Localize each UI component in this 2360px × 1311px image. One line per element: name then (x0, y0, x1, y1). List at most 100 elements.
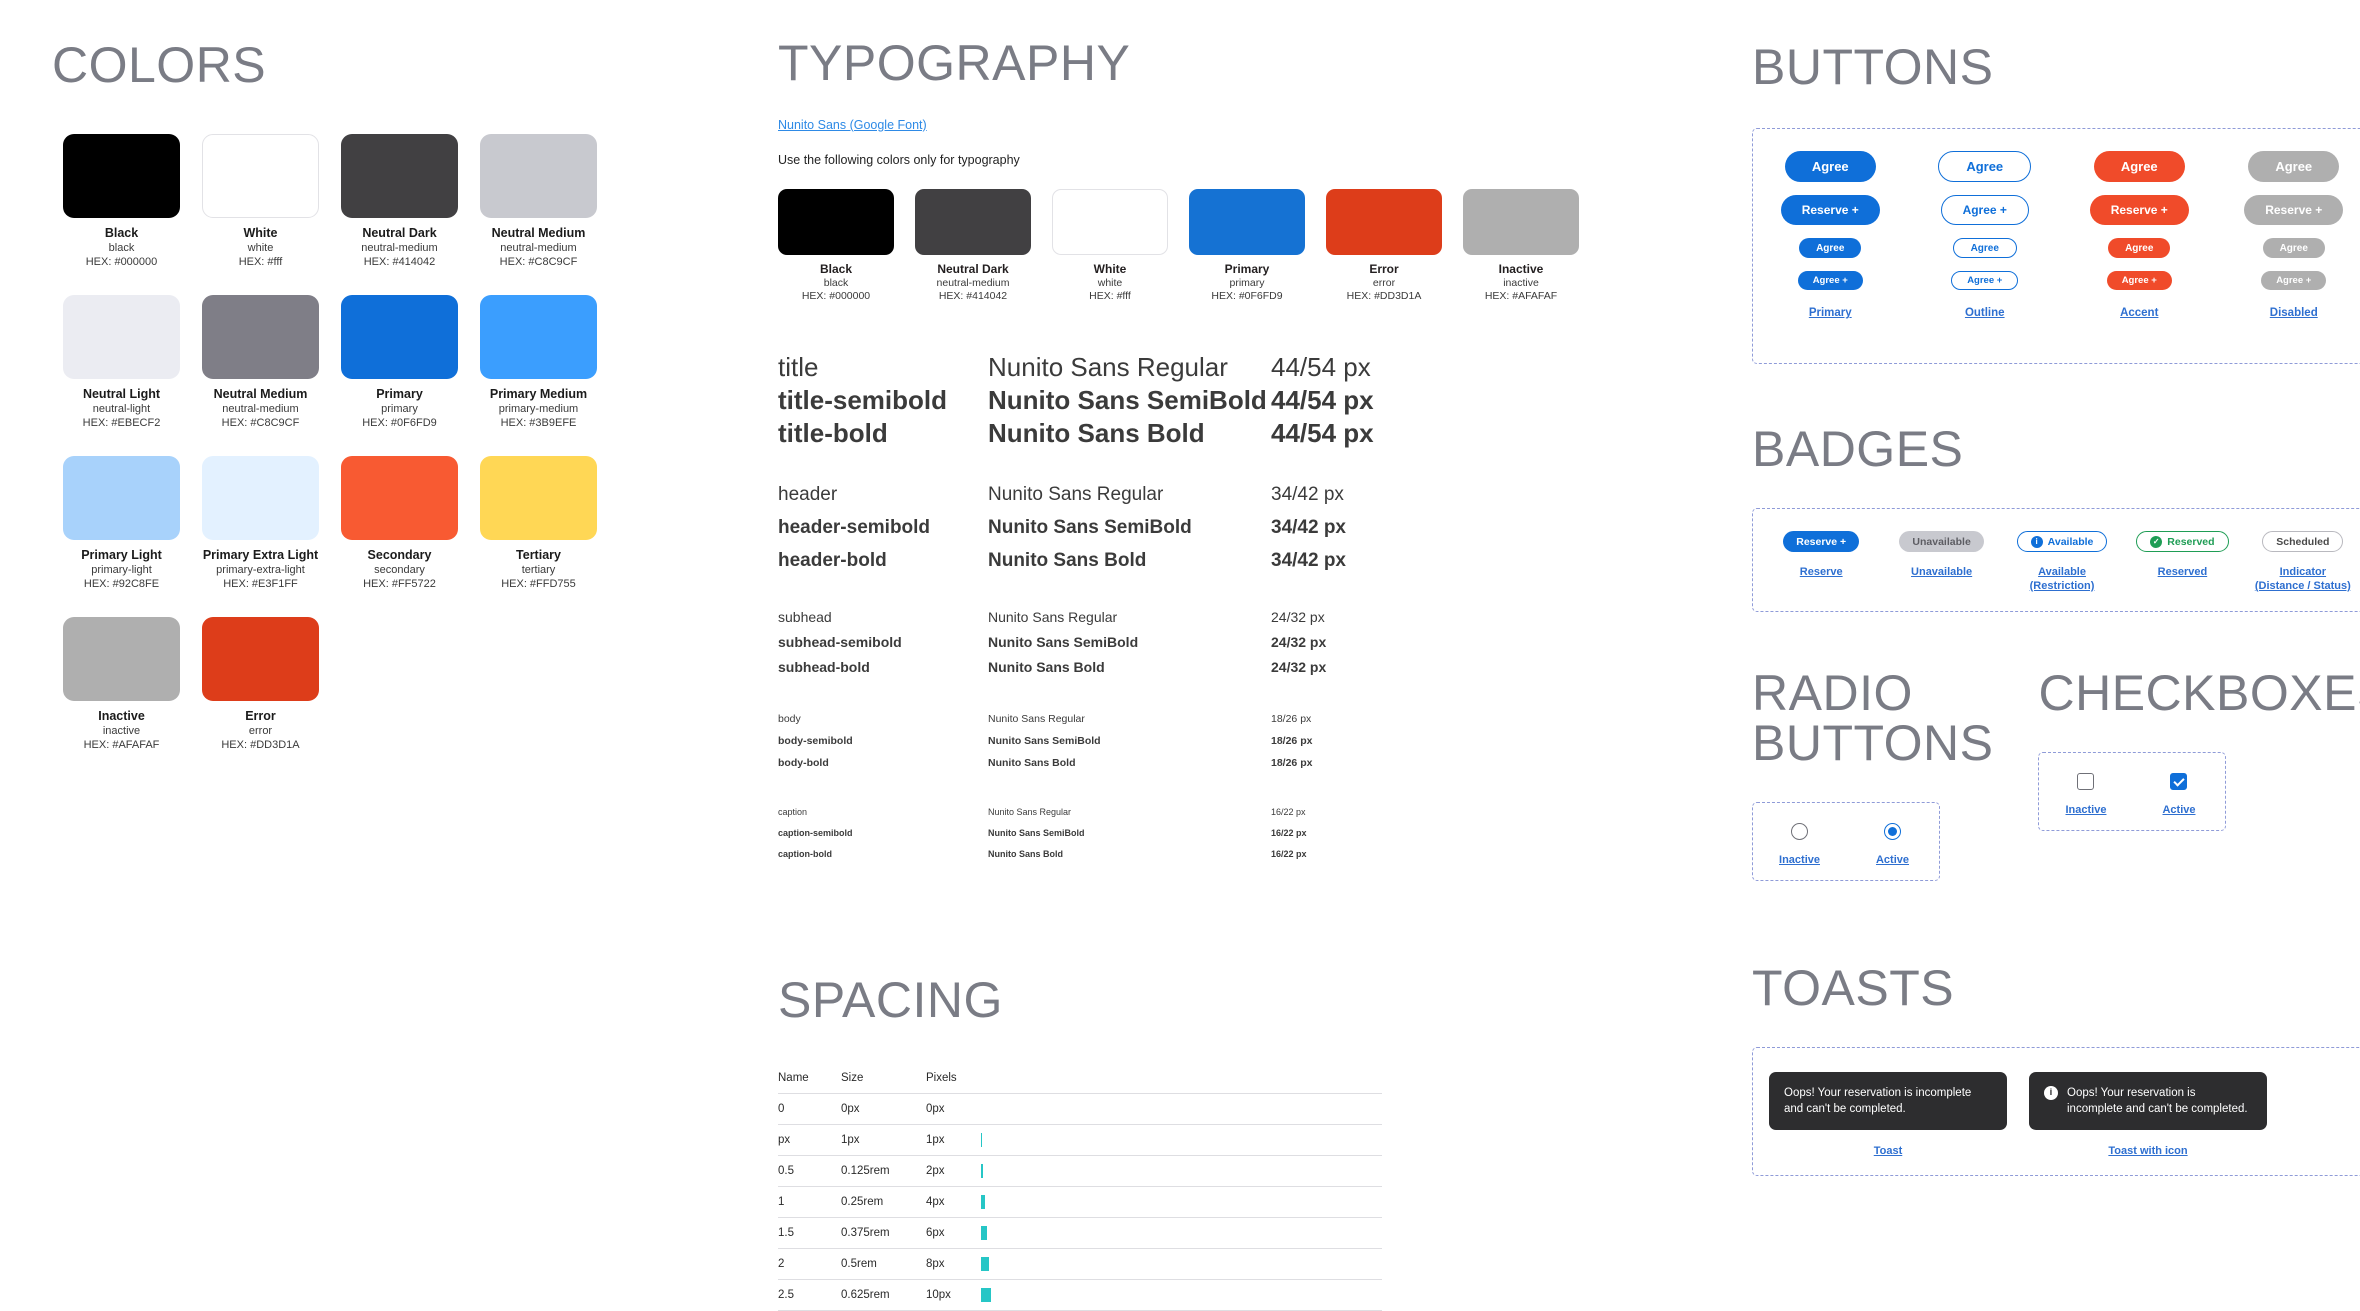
type-scale-table: titleNunito Sans Regular44/54 pxtitle-se… (778, 351, 1438, 865)
spacing-pixels: 0px (926, 1103, 981, 1115)
spacing-pixels: 8px (926, 1258, 981, 1270)
colors-section: COLORS BlackblackHEX: #000000WhitewhiteH… (52, 40, 692, 778)
color-swatch-hex: HEX: #E3F1FF (191, 577, 330, 591)
color-swatch-box (480, 295, 597, 379)
toast-message: Oops! Your reservation is incomplete and… (1784, 1085, 1992, 1117)
typography-swatch: Neutral Darkneutral-mediumHEX: #414042 (915, 189, 1031, 303)
components-column: BUTTONS AgreeReserve +AgreeAgree +Primar… (1752, 42, 2360, 1176)
button-outline-xs[interactable]: Agree + (1951, 271, 2018, 290)
button-accent-md[interactable]: Reserve + (2090, 195, 2189, 225)
type-scale-name: body-bold (778, 752, 988, 774)
radio-buttons-section-title: RADIO BUTTONS (1752, 668, 1993, 768)
checkbox-caption[interactable]: Inactive (2066, 804, 2107, 816)
spacing-row: 10.25rem4px (778, 1187, 1382, 1218)
spacing-pixels: 4px (926, 1196, 981, 1208)
button-accent-xs[interactable]: Agree + (2107, 271, 2172, 290)
typography-swatch: PrimaryprimaryHEX: #0F6FD9 (1189, 189, 1305, 303)
checkbox-cell: Inactive (2039, 773, 2132, 816)
color-swatch-name: Primary (330, 387, 469, 402)
toast-caption[interactable]: Toast with icon (2108, 1145, 2187, 1157)
button-column-caption[interactable]: Disabled (2270, 307, 2318, 319)
button-disabled-sm[interactable]: Agree (2263, 238, 2325, 258)
checkbox-cell: Active (2132, 773, 2225, 816)
badge-caption[interactable]: Reserve (1800, 565, 1843, 579)
badge-caption[interactable]: Available (Restriction) (2012, 565, 2112, 593)
spacing-pixels: 1px (926, 1134, 981, 1146)
spacing-bar-cell (981, 1226, 1382, 1240)
button-accent-lg[interactable]: Agree (2094, 151, 2185, 182)
spacing-size: 1px (841, 1134, 926, 1146)
button-column-caption[interactable]: Outline (1965, 307, 2005, 319)
typography-swatch-meta: PrimaryprimaryHEX: #0F6FD9 (1189, 262, 1305, 303)
spacing-row: 00px0px (778, 1094, 1382, 1125)
radio-caption[interactable]: Active (1876, 854, 1909, 866)
color-swatch-box (202, 295, 319, 379)
type-scale-size: 16/22 px (1271, 823, 1411, 844)
typography-swatch-name: Inactive (1463, 262, 1579, 277)
button-primary-xs[interactable]: Agree + (1798, 271, 1863, 290)
badge-outline-gray[interactable]: Scheduled (2262, 531, 2343, 552)
info-circle-icon: i (2044, 1086, 2058, 1100)
color-swatch-meta: Primary Extra Lightprimary-extra-lightHE… (191, 548, 330, 591)
button-column-caption[interactable]: Accent (2120, 307, 2158, 319)
button-column-outline: Agree Agree + Agree Agree + Outline (1908, 151, 2063, 332)
button-primary-lg[interactable]: Agree (1785, 151, 1876, 182)
badge-gray[interactable]: Unavailable (1899, 531, 1983, 552)
button-outline-sm[interactable]: Agree (1953, 238, 2017, 258)
checkbox-inactive[interactable] (2077, 773, 2094, 790)
typography-swatch-token: white (1052, 277, 1168, 290)
color-swatch-token: secondary (330, 563, 469, 577)
badge-caption[interactable]: Indicator(Distance / Status) (2255, 565, 2351, 593)
typography-swatch-name: Neutral Dark (915, 262, 1031, 277)
button-disabled-md[interactable]: Reserve + (2244, 195, 2343, 225)
typography-swatch-meta: BlackblackHEX: #000000 (778, 262, 894, 303)
spacing-bar-cell (981, 1257, 1382, 1271)
badge-blue[interactable]: Reserve + (1783, 531, 1859, 552)
checkbox-caption[interactable]: Active (2162, 804, 2195, 816)
color-swatch-hex: HEX: #FFD755 (469, 577, 608, 591)
button-outline-lg[interactable]: Agree (1938, 151, 2031, 182)
button-column-caption[interactable]: Primary (1809, 307, 1852, 319)
radio-caption[interactable]: Inactive (1779, 854, 1820, 866)
color-swatch-meta: Primary Mediumprimary-mediumHEX: #3B9EFE (469, 387, 608, 430)
color-swatch: Primary Lightprimary-lightHEX: #92C8FE (52, 456, 191, 591)
nunito-font-link[interactable]: Nunito Sans (Google Font) (778, 118, 927, 132)
type-scale-font: Nunito Sans Regular (988, 605, 1271, 630)
type-scale-size: 24/32 px (1271, 605, 1411, 630)
button-outline-md[interactable]: Agree + (1941, 195, 2029, 225)
button-primary-md[interactable]: Reserve + (1781, 195, 1880, 225)
toast-caption[interactable]: Toast (1874, 1145, 1903, 1157)
button-disabled-xs[interactable]: Agree + (2261, 271, 2326, 290)
spacing-row-list: 00px0pxpx1px1px0.50.125rem2px10.25rem4px… (778, 1094, 1382, 1311)
badge-caption[interactable]: Reserved (2158, 565, 2208, 579)
check-circle-icon: ✓ (2150, 536, 2162, 548)
button-primary-sm[interactable]: Agree (1799, 238, 1861, 258)
button-disabled-lg[interactable]: Agree (2248, 151, 2339, 182)
typography-swatch-box (1463, 189, 1579, 255)
radio-inactive[interactable] (1791, 823, 1808, 840)
color-swatch: TertiarytertiaryHEX: #FFD755 (469, 456, 608, 591)
spacing-name: 1.5 (778, 1227, 841, 1239)
checkbox-active[interactable] (2170, 773, 2187, 790)
toast: iOops! Your reservation is incomplete an… (2029, 1072, 2267, 1130)
color-swatch-token: black (52, 241, 191, 255)
badge-label: Available (2048, 536, 2094, 548)
badge-outline-green[interactable]: ✓Reserved (2136, 531, 2228, 552)
color-swatch-box (63, 456, 180, 540)
button-accent-sm[interactable]: Agree (2108, 238, 2170, 258)
badge-outline-blue[interactable]: iAvailable (2017, 531, 2108, 552)
type-scale-size: 18/26 px (1271, 708, 1411, 730)
color-swatch-token: neutral-medium (191, 402, 330, 416)
type-group-header: headerNunito Sans Regular34/42 pxheader-… (778, 478, 1438, 577)
badge-cell: iAvailable Available (Restriction) (2012, 531, 2112, 593)
type-scale-name: header (778, 478, 988, 511)
badge-label: Unavailable (1912, 536, 1970, 548)
spacing-section: SPACING Name Size Pixels 00px0pxpx1px1px… (778, 975, 1438, 1311)
spacing-pixels: 6px (926, 1227, 981, 1239)
type-scale-row: header-boldNunito Sans Bold34/42 px (778, 544, 1438, 577)
badge-caption[interactable]: Unavailable (1911, 565, 1972, 579)
radio-active[interactable] (1884, 823, 1901, 840)
spacing-section-title: SPACING (778, 975, 1438, 1025)
badges-section: BADGES Reserve +ReserveUnavailableUnavai… (1752, 424, 2360, 612)
spacing-size: 0.625rem (841, 1289, 926, 1301)
